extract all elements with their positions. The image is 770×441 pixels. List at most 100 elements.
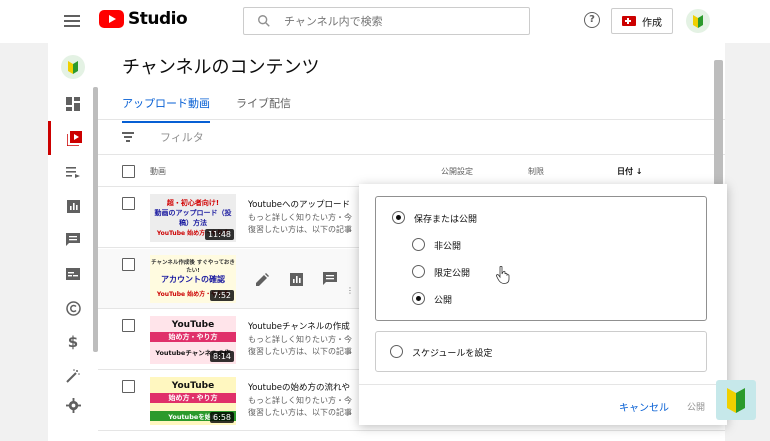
youtube-logo-icon [99,10,124,28]
video-description: もっと詳しく知りたい方・今 復習したい方は、以下の記事 [248,334,352,358]
sidebar-item-monetization[interactable]: $ [48,325,98,359]
dashboard-icon [66,97,80,111]
column-video: 動画 [150,167,166,176]
column-restriction: 制限 [528,167,544,176]
video-description: もっと詳しく知りたい方・今 復習したい方は、以下の記事 [248,212,352,236]
thumbnail-text: 動画のアップロード（投稿）方法 [154,209,232,227]
playlist-icon [66,167,80,178]
column-visibility: 公開設定 [441,167,473,176]
table-header: 動画 公開設定 制限 日付 ↓ [98,155,725,187]
menu-icon[interactable] [64,12,80,30]
unlisted-label: 限定公開 [434,269,471,279]
video-thumbnail[interactable]: 超・初心者向け! 動画のアップロード（投稿）方法 YouTube 始め方・やり方… [150,194,236,242]
save-or-publish-panel: 保存または公開 非公開 限定公開 公開 [375,196,707,321]
video-title[interactable]: Youtubeチャンネルの作成 [248,320,350,332]
more-options-icon[interactable]: ⋮ [346,224,358,236]
description-line: もっと詳しく知りたい方・今 [248,335,352,344]
schedule-label: スケジュールを設定 [412,349,493,359]
row-checkbox[interactable] [122,258,135,271]
video-thumbnail[interactable]: YouTube 始め方・やり方 Youtubeを始め 6:58 [150,377,236,425]
beginner-mark-icon [68,61,78,74]
video-duration: 7:52 [210,290,234,301]
gear-icon [65,397,81,413]
thumbnail-text: アカウントの確認 [161,275,225,284]
public-label: 公開 [434,296,453,306]
copyright-icon [65,300,81,316]
beginner-mark-icon [727,388,745,413]
sidebar-item-analytics[interactable] [48,189,98,223]
description-line: 復習したい方は、以下の記事 [248,347,352,356]
help-icon[interactable]: ? [584,12,600,28]
sidebar-item-subtitles[interactable] [48,257,98,291]
search-input[interactable] [284,13,514,29]
video-description: もっと詳しく知りたい方・今 復習したい方は、以下の記事 [248,395,352,419]
analytics-icon[interactable] [288,271,304,287]
sidebar-item-playlists[interactable] [48,155,98,189]
video-thumbnail[interactable]: チャンネル作成後 すぐやっておきたい! アカウントの確認 YouTube 始め方… [150,255,236,303]
filter-input[interactable]: フィルタ [160,129,204,145]
video-duration: 6:58 [210,412,234,423]
filter-bar[interactable]: フィルタ [98,120,725,155]
sidebar-item-copyright[interactable] [48,291,98,325]
schedule-radio[interactable] [390,345,403,358]
description-line: もっと詳しく知りたい方・今 [248,396,352,405]
edit-icon[interactable] [254,271,270,287]
video-thumbnail[interactable]: YouTube 始め方・やり方 Youtubeチャンネルの作 8:14 [150,316,236,364]
video-title[interactable]: Youtubeの始め方の流れや [248,381,350,393]
hand-cursor-icon [496,266,510,284]
visibility-dialog: 保存または公開 非公開 限定公開 公開 スケジュールを設定 キャンセル 公開 [359,184,727,425]
save-or-publish-label: 保存または公開 [414,215,478,225]
sidebar-item-settings[interactable] [48,388,98,422]
analytics-icon [66,199,80,213]
description-line: もっと詳しく知りたい方・今 [248,213,352,222]
row-checkbox[interactable] [122,197,135,210]
comments-icon[interactable] [322,271,338,287]
dollar-icon: $ [68,334,78,350]
public-radio[interactable] [412,292,425,305]
row-checkbox[interactable] [122,380,135,393]
dialog-footer: キャンセル 公開 [359,384,727,425]
filter-icon[interactable] [122,132,134,142]
main-scrollbar[interactable] [714,60,723,185]
save-or-publish-radio[interactable] [392,211,405,224]
thumbnail-text: YouTube [171,381,215,391]
thumbnail-text: 始め方・やり方 [150,393,236,403]
channel-avatar[interactable] [61,55,85,79]
create-button[interactable]: 作成 [611,8,673,34]
private-label: 非公開 [434,242,462,252]
description-line: 復習したい方は、以下の記事 [248,408,352,417]
beginner-badge [716,380,756,420]
top-header: Studio ? 作成 [0,0,770,43]
schedule-panel[interactable]: スケジュールを設定 [375,331,707,372]
search-icon [258,15,270,27]
sidebar-item-comments[interactable] [48,223,98,257]
beginner-mark-icon [693,15,703,28]
row-actions [254,271,356,287]
logo-text: Studio [128,9,188,29]
unlisted-radio[interactable] [412,265,425,278]
create-video-icon [622,16,636,26]
row-checkbox[interactable] [122,319,135,332]
thumbnail-text: 始め方・やり方 [150,332,236,342]
account-avatar[interactable] [686,9,710,33]
publish-button[interactable]: 公開 [687,400,705,413]
svg-text:$: $ [68,334,78,350]
more-options-icon[interactable]: ⋮ [346,346,358,358]
comments-icon [66,233,80,246]
create-label: 作成 [642,17,662,29]
column-date-sort[interactable]: 日付 ↓ [617,166,643,177]
magic-wand-icon [66,369,80,383]
cancel-button[interactable]: キャンセル [619,399,669,414]
video-title[interactable]: Youtubeへのアップロード [248,198,350,210]
more-options-icon[interactable]: ⋮ [346,286,358,298]
studio-logo[interactable]: Studio [99,9,188,29]
sidebar-item-content[interactable] [48,121,98,155]
select-all-checkbox[interactable] [122,165,135,178]
sidebar-item-dashboard[interactable] [48,87,98,121]
search-box[interactable] [243,7,530,35]
video-duration: 8:14 [210,351,234,362]
private-radio[interactable] [412,238,425,251]
content-icon [67,130,82,146]
video-duration: 11:48 [204,229,234,240]
more-options-icon[interactable]: ⋮ [346,407,358,419]
